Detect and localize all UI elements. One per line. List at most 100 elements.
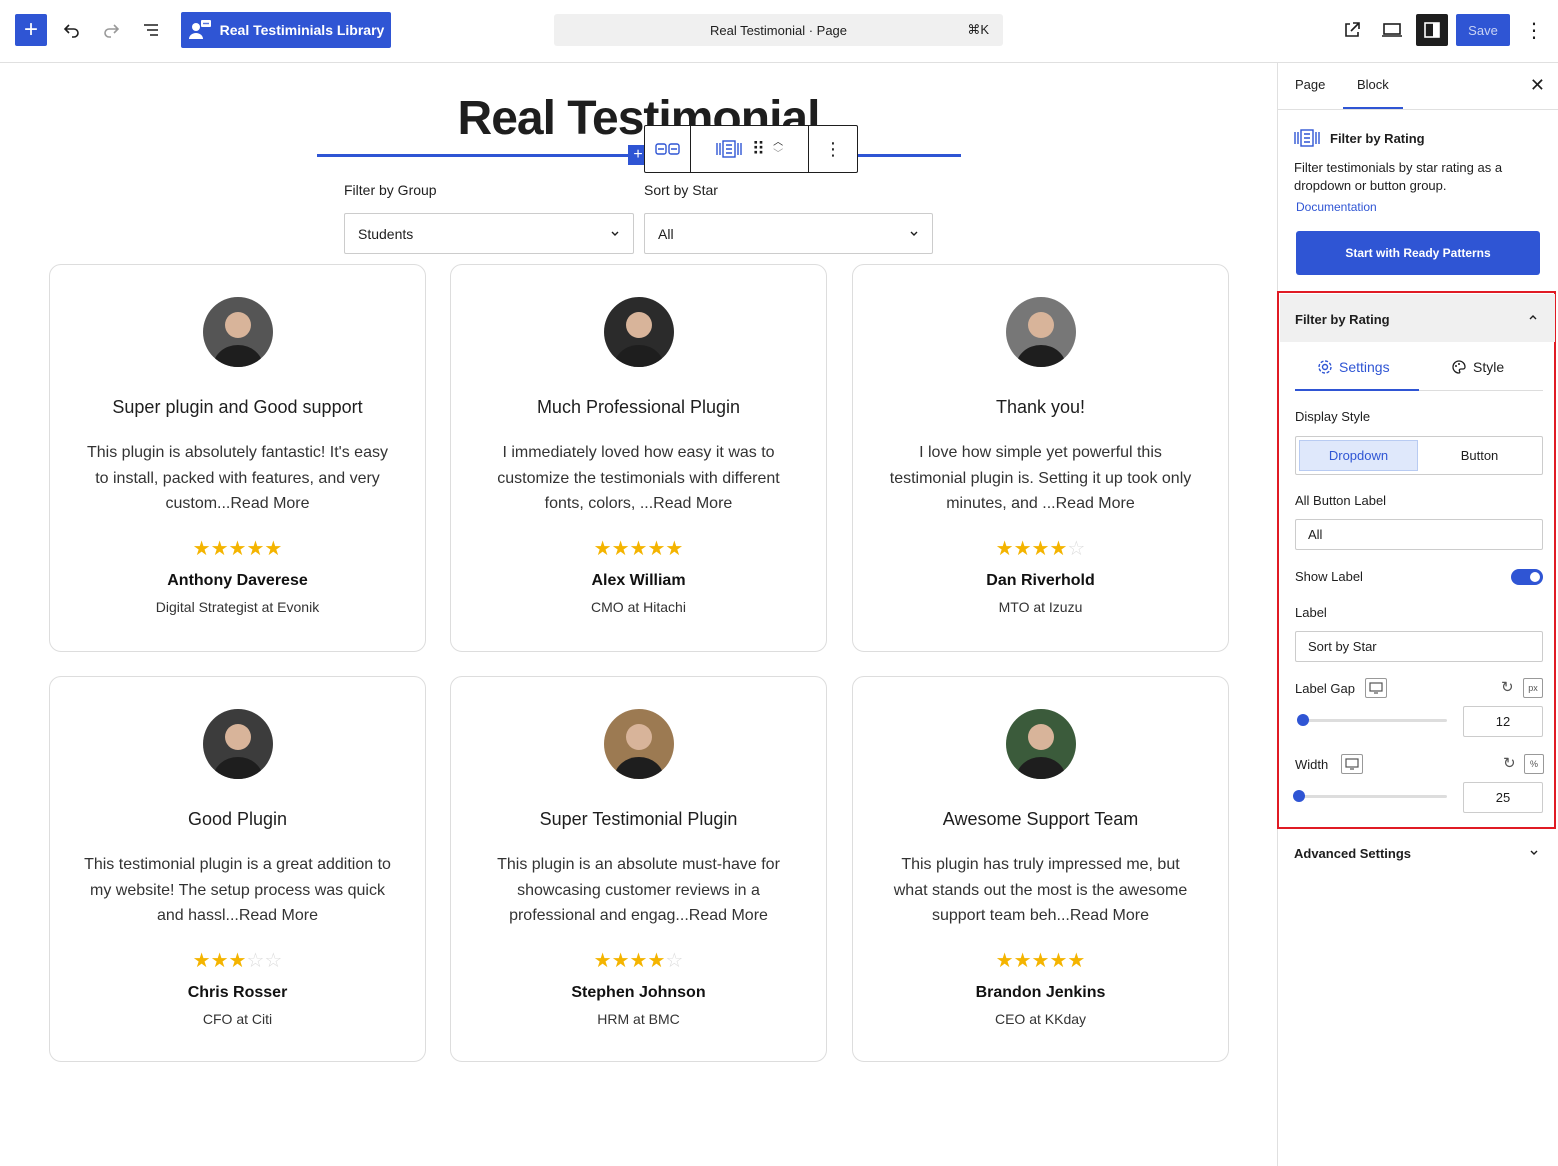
chevron-down-icon[interactable]: ﹀	[773, 149, 783, 161]
star-filled-icon: ★	[192, 950, 211, 972]
desktop-icon	[1345, 758, 1359, 770]
star-filled-icon: ★	[1067, 950, 1086, 972]
sort-star-label: Sort by Star	[644, 182, 718, 198]
width-slider[interactable]	[1293, 790, 1447, 802]
desktop-icon	[1369, 682, 1383, 694]
show-label-label: Show Label	[1295, 569, 1363, 584]
testimonial-title: Awesome Support Team	[942, 809, 1139, 829]
testimonial-title: Much Professional Plugin	[536, 397, 741, 417]
close-sidebar-button[interactable]: ✕	[1530, 75, 1545, 96]
testimonial-card: Super plugin and Good support This plugin…	[49, 264, 426, 652]
document-overview-button[interactable]	[137, 16, 165, 44]
page-title[interactable]: Real Testimonial	[0, 91, 1277, 146]
display-style-toggle: Dropdown Button	[1295, 436, 1543, 475]
filter-group-select[interactable]: Students	[344, 213, 634, 254]
star-filled-icon: ★	[593, 538, 612, 560]
star-filled-icon: ★	[1049, 538, 1068, 560]
star-filled-icon: ★	[246, 538, 265, 560]
settings-tab-label: Settings	[1339, 359, 1390, 375]
filter-group-value: Students	[358, 225, 414, 242]
save-button[interactable]: Save	[1456, 14, 1510, 46]
reviewer-name: Stephen Johnson	[571, 984, 706, 1001]
tab-page[interactable]: Page	[1295, 77, 1325, 92]
responsive-device-button[interactable]	[1341, 754, 1363, 774]
testimonials-library-button[interactable]: Real Testiminials Library	[181, 12, 391, 48]
tab-settings[interactable]: Settings	[1317, 359, 1390, 375]
reset-icon[interactable]: ↻	[1503, 754, 1516, 772]
star-empty-icon: ☆	[665, 950, 684, 972]
editor-canvas: Real Testimonial + ⠿ ︿ ﹀ ⋮ Filter by Gro…	[0, 63, 1277, 1166]
reset-icon[interactable]: ↻	[1501, 678, 1514, 696]
advanced-settings-toggle[interactable]: Advanced Settings	[1294, 846, 1411, 861]
testimonial-library-icon	[188, 20, 211, 39]
panel-title: Filter by Rating	[1295, 312, 1390, 327]
palette-icon	[1452, 360, 1466, 374]
slider-thumb[interactable]	[1297, 714, 1310, 726]
label-field-label: Label	[1295, 605, 1327, 620]
chevron-up-icon[interactable]: ︿	[773, 137, 783, 149]
undo-button[interactable]	[58, 16, 86, 44]
move-up-down-icon[interactable]: ︿ ﹀	[773, 137, 783, 161]
unit-selector[interactable]: %	[1524, 754, 1544, 774]
block-description: Filter testimonials by star rating as a …	[1294, 160, 1503, 193]
rating-filter-icon[interactable]	[716, 138, 742, 160]
filter-rating-panel: Filter by Rating Settings Style Display …	[1277, 291, 1556, 829]
slider-thumb[interactable]	[1293, 790, 1305, 802]
star-filled-icon: ★	[228, 950, 247, 972]
sidebar-tabs: Page Block ✕	[1278, 63, 1558, 110]
desktop-icon	[1382, 23, 1402, 37]
tab-block[interactable]: Block	[1343, 77, 1403, 109]
chevron-up-icon	[1529, 315, 1537, 320]
preview-device-button[interactable]	[1378, 16, 1406, 44]
label-gap-label: Label Gap	[1295, 681, 1355, 696]
plus-icon: +	[633, 146, 643, 163]
star-rating: ★★★★★	[853, 951, 1228, 971]
show-label-toggle[interactable]	[1511, 569, 1543, 585]
block-toolbar: ⠿ ︿ ﹀ ⋮	[644, 125, 858, 173]
all-button-label-input[interactable]: All	[1295, 519, 1543, 550]
document-title: Real Testimonial · Page	[709, 22, 848, 38]
block-options-button[interactable]: ⋮	[809, 126, 857, 172]
options-menu-button[interactable]: ⋮	[1522, 16, 1546, 44]
testimonial-text: This testimonial plugin is a great addit…	[84, 856, 391, 924]
sort-star-select[interactable]: All	[644, 213, 933, 254]
star-rating: ★★★★☆	[451, 951, 826, 971]
label-input[interactable]: Sort by Star	[1295, 631, 1543, 662]
label-gap-slider[interactable]	[1297, 714, 1447, 726]
panel-header[interactable]: Filter by Rating	[1280, 294, 1555, 342]
settings-sidebar: Page Block ✕ Filter by Rating Filter tes…	[1277, 63, 1558, 1166]
width-input[interactable]: 25	[1463, 782, 1543, 813]
tab-style[interactable]: Style	[1451, 359, 1504, 375]
sort-star-value: All	[658, 225, 674, 242]
reviewer-role: Digital Strategist at Evonik	[155, 599, 320, 615]
dropdown-option[interactable]: Dropdown	[1299, 440, 1418, 471]
width-label: Width	[1295, 757, 1329, 772]
command-palette-bar[interactable]: Real Testimonial · Page ⌘K	[554, 14, 1003, 46]
label-gap-input[interactable]: 12	[1463, 706, 1543, 737]
redo-button[interactable]	[97, 16, 125, 44]
star-empty-icon: ☆	[246, 950, 265, 972]
star-filled-icon: ★	[995, 950, 1014, 972]
filter-group-label: Filter by Group	[344, 182, 437, 198]
more-vertical-icon: ⋮	[824, 138, 842, 159]
star-filled-icon: ★	[210, 950, 229, 972]
ready-patterns-button[interactable]: Start with Ready Patterns	[1296, 231, 1540, 275]
reviewer-name: Anthony Daverese	[167, 572, 308, 589]
responsive-device-button[interactable]	[1365, 678, 1387, 698]
testimonial-card: Good Plugin This testimonial plugin is a …	[49, 676, 426, 1062]
parent-block-button[interactable]	[645, 126, 691, 172]
reviewer-name: Brandon Jenkins	[975, 984, 1106, 1001]
documentation-link[interactable]: Documentation	[1296, 200, 1377, 214]
unit-selector[interactable]: px	[1523, 678, 1543, 698]
redo-icon	[104, 24, 120, 38]
view-page-button[interactable]	[1338, 16, 1366, 44]
add-block-button[interactable]: +	[15, 14, 47, 46]
chevron-down-icon[interactable]	[1528, 846, 1540, 858]
list-view-icon	[144, 24, 158, 36]
button-option[interactable]: Button	[1420, 440, 1539, 471]
settings-panel-toggle[interactable]	[1416, 14, 1448, 46]
star-filled-icon: ★	[611, 538, 630, 560]
drag-handle-icon[interactable]: ⠿	[752, 139, 765, 160]
avatar	[203, 709, 273, 779]
plus-icon: +	[23, 16, 38, 43]
